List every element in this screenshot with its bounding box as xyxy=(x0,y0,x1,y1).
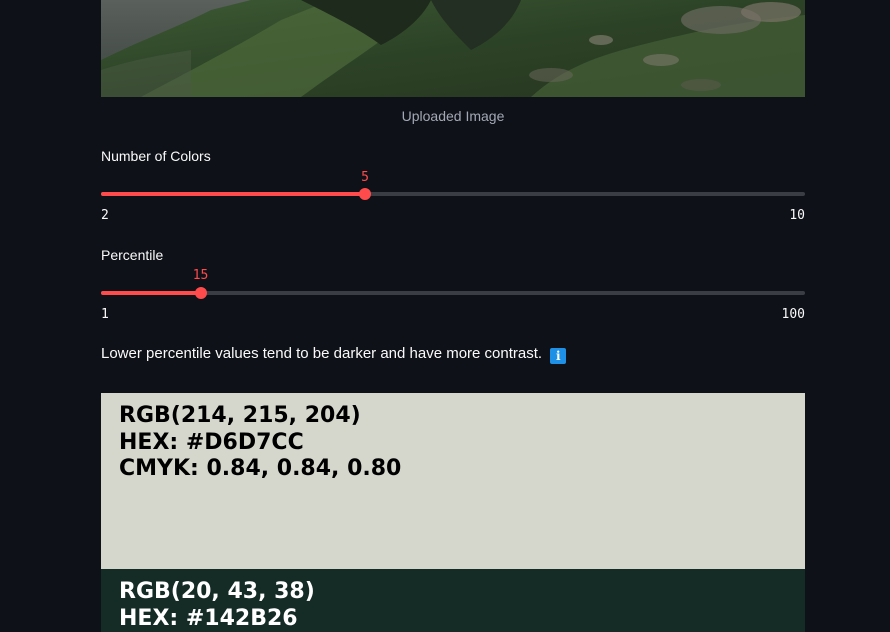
number-of-colors-thumb[interactable] xyxy=(359,188,371,200)
percentile-label: Percentile xyxy=(101,247,164,263)
uploaded-image xyxy=(101,0,805,97)
percentile-fill xyxy=(101,291,201,295)
percentile-value: 15 xyxy=(192,268,209,283)
number-of-colors-slider[interactable]: Number of Colors 5 2 10 xyxy=(101,148,805,228)
swatch-cmyk: CMYK: 0.84, 0.84, 0.80 xyxy=(119,456,402,481)
number-of-colors-label: Number of Colors xyxy=(101,148,211,164)
color-swatch: RGB(20, 43, 38) HEX: #142B26 xyxy=(101,569,805,632)
info-icon: i xyxy=(550,348,567,364)
swatch-hex: HEX: #D6D7CC xyxy=(119,429,304,455)
percentile-hint-text: Lower percentile values tend to be darke… xyxy=(101,345,543,362)
app-page: Uploaded Image Number of Colors 5 2 10 P… xyxy=(0,0,890,632)
swatch-hex: HEX: #142B26 xyxy=(119,605,298,631)
number-of-colors-fill xyxy=(101,192,365,196)
number-of-colors-track[interactable] xyxy=(101,188,805,200)
percentile-track[interactable] xyxy=(101,287,805,299)
swatch-rgb: RGB(20, 43, 38) xyxy=(119,579,315,604)
number-of-colors-min: 2 xyxy=(101,208,109,223)
color-swatch: RGB(214, 215, 204) HEX: #D6D7CC CMYK: 0.… xyxy=(101,393,805,569)
percentile-hint: Lower percentile values tend to be darke… xyxy=(101,345,567,364)
number-of-colors-max: 10 xyxy=(789,208,805,223)
percentile-max: 100 xyxy=(781,307,805,322)
image-caption: Uploaded Image xyxy=(401,108,505,124)
percentile-min: 1 xyxy=(101,307,109,322)
percentile-slider[interactable]: Percentile 15 1 100 xyxy=(101,247,805,327)
swatch-rgb: RGB(214, 215, 204) xyxy=(119,403,361,428)
percentile-thumb[interactable] xyxy=(194,287,207,299)
number-of-colors-value: 5 xyxy=(361,170,369,185)
